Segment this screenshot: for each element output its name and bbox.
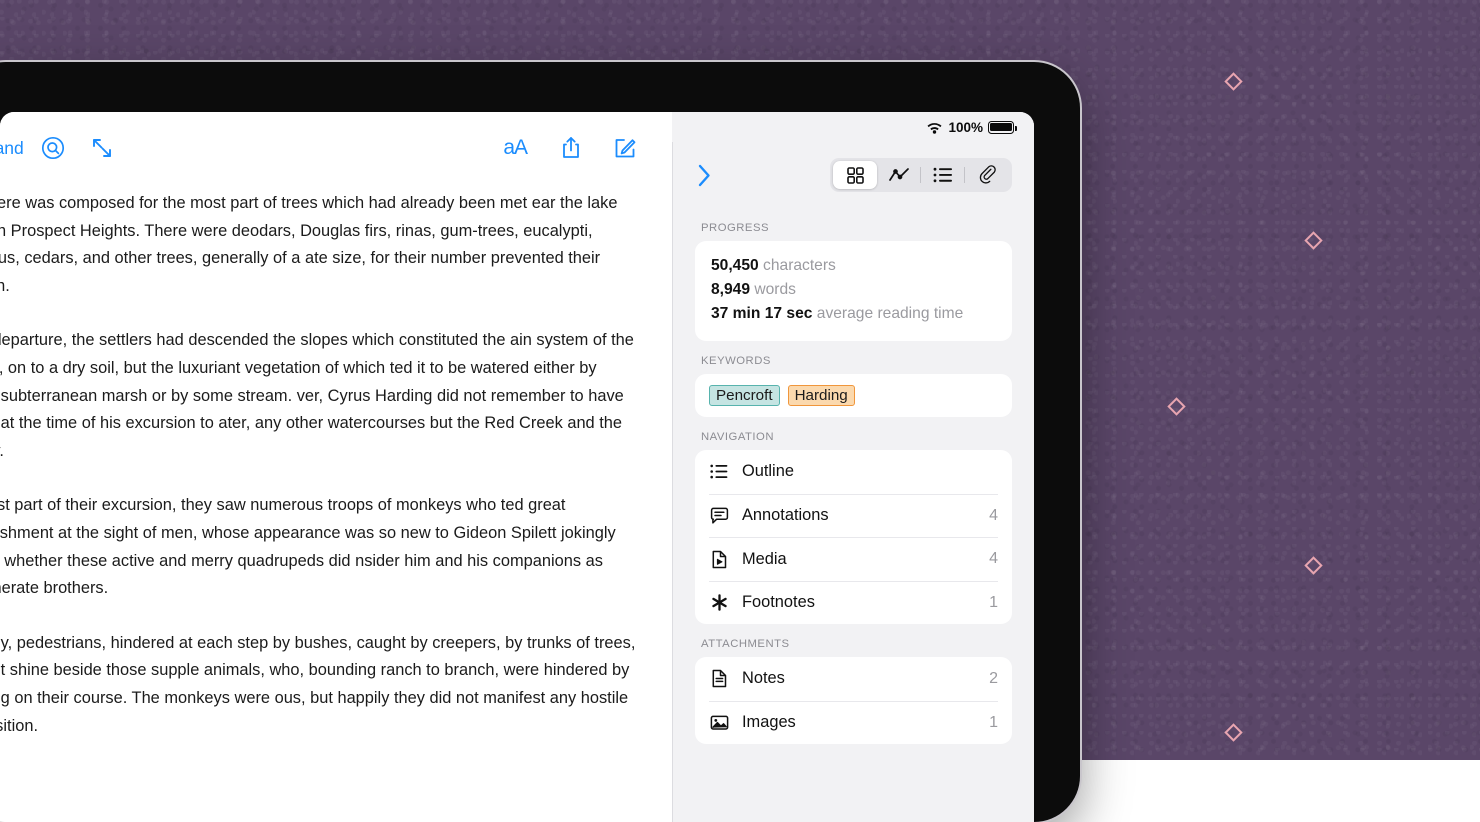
progress-card: 50,450 characters 8,949 words 37 min 17 … (695, 241, 1012, 341)
keywords-card: Pencroft Harding (695, 374, 1012, 417)
list-icon (709, 464, 729, 479)
document-title: ous Island (0, 138, 24, 159)
reading-time-unit: average reading time (817, 305, 964, 322)
nav-item-label: Footnotes (742, 593, 815, 612)
comment-icon (709, 507, 729, 525)
document-icon (709, 669, 729, 688)
status-bar: 100% (672, 112, 1034, 142)
attachment-item-images[interactable]: Images 1 (709, 701, 998, 745)
keyword-tag[interactable]: Pencroft (709, 385, 780, 406)
words-stat: 8,949 words (711, 278, 996, 302)
image-icon (709, 714, 729, 731)
document-paragraph: the first part of their excursion, they … (0, 492, 638, 602)
characters-value: 50,450 (711, 257, 759, 274)
diamond-ornament (1167, 397, 1185, 415)
diamond-ornament (1304, 556, 1322, 574)
media-file-icon (709, 550, 729, 569)
segment-overview[interactable] (833, 161, 877, 189)
segment-outline[interactable] (921, 161, 965, 189)
inspector-sidebar: PROGRESS 50,450 characters 8,949 words 3… (672, 142, 1034, 822)
wifi-icon (926, 121, 943, 134)
search-icon[interactable] (40, 135, 66, 161)
nav-item-count: 4 (989, 507, 998, 525)
diamond-ornament (1224, 723, 1242, 741)
reader-pane: ous Island aA (0, 112, 672, 822)
inspector-segmented-control[interactable] (830, 158, 1012, 192)
nav-item-outline[interactable]: Outline (709, 450, 998, 494)
nav-item-label: Annotations (742, 506, 829, 525)
battery-percent-label: 100% (948, 120, 983, 135)
attachments-section-label: ATTACHMENTS (701, 638, 1012, 650)
reading-time-value: 37 min 17 sec (711, 305, 812, 322)
words-unit: words (754, 281, 796, 298)
attachment-item-label: Notes (742, 669, 785, 688)
expand-icon[interactable] (90, 136, 114, 160)
nav-item-footnotes[interactable]: Footnotes 1 (709, 581, 998, 625)
nav-item-label: Outline (742, 462, 794, 481)
nav-item-media[interactable]: Media 4 (709, 537, 998, 581)
attachment-item-label: Images (742, 713, 796, 732)
navigation-card: Outline Annotations 4 (695, 450, 1012, 624)
document-paragraph: ertainly, pedestrians, hindered at each … (0, 630, 638, 740)
text-size-icon[interactable]: aA (503, 136, 527, 160)
reading-time-stat: 37 min 17 sec average reading time (711, 302, 996, 326)
attachment-item-notes[interactable]: Notes 2 (709, 657, 998, 701)
attachment-item-count: 1 (989, 714, 998, 732)
reader-toolbar: ous Island aA (0, 112, 672, 184)
asterisk-icon (709, 593, 729, 612)
document-body: rest here was composed for the most part… (0, 190, 638, 822)
battery-full-icon (988, 121, 1014, 134)
inspector-header (695, 142, 1012, 208)
attachment-item-count: 2 (989, 670, 998, 688)
segment-attachments[interactable] (965, 161, 1009, 189)
progress-section-label: PROGRESS (701, 222, 1012, 234)
keyword-tag[interactable]: Harding (788, 385, 855, 406)
document-paragraph: their departure, the settlers had descen… (0, 327, 638, 465)
nav-item-count: 4 (989, 550, 998, 568)
nav-item-count: 1 (989, 594, 998, 612)
share-icon[interactable] (559, 135, 583, 161)
navigation-section-label: NAVIGATION (701, 431, 1012, 443)
characters-stat: 50,450 characters (711, 254, 996, 278)
nav-item-annotations[interactable]: Annotations 4 (709, 494, 998, 538)
keywords-section-label: KEYWORDS (701, 355, 1012, 367)
characters-unit: characters (763, 257, 836, 274)
ipad-device-frame: ous Island aA (0, 62, 1080, 822)
diamond-ornament (1304, 231, 1322, 249)
attachments-card: Notes 2 Images 1 (695, 657, 1012, 744)
document-paragraph: rest here was composed for the most part… (0, 190, 638, 300)
compose-icon[interactable] (613, 136, 638, 161)
nav-item-label: Media (742, 550, 787, 569)
ipad-screen: ous Island aA (0, 112, 1034, 822)
chevron-right-icon[interactable] (697, 163, 712, 188)
words-value: 8,949 (711, 281, 750, 298)
diamond-ornament (1224, 72, 1242, 90)
segment-statistics[interactable] (877, 161, 921, 189)
